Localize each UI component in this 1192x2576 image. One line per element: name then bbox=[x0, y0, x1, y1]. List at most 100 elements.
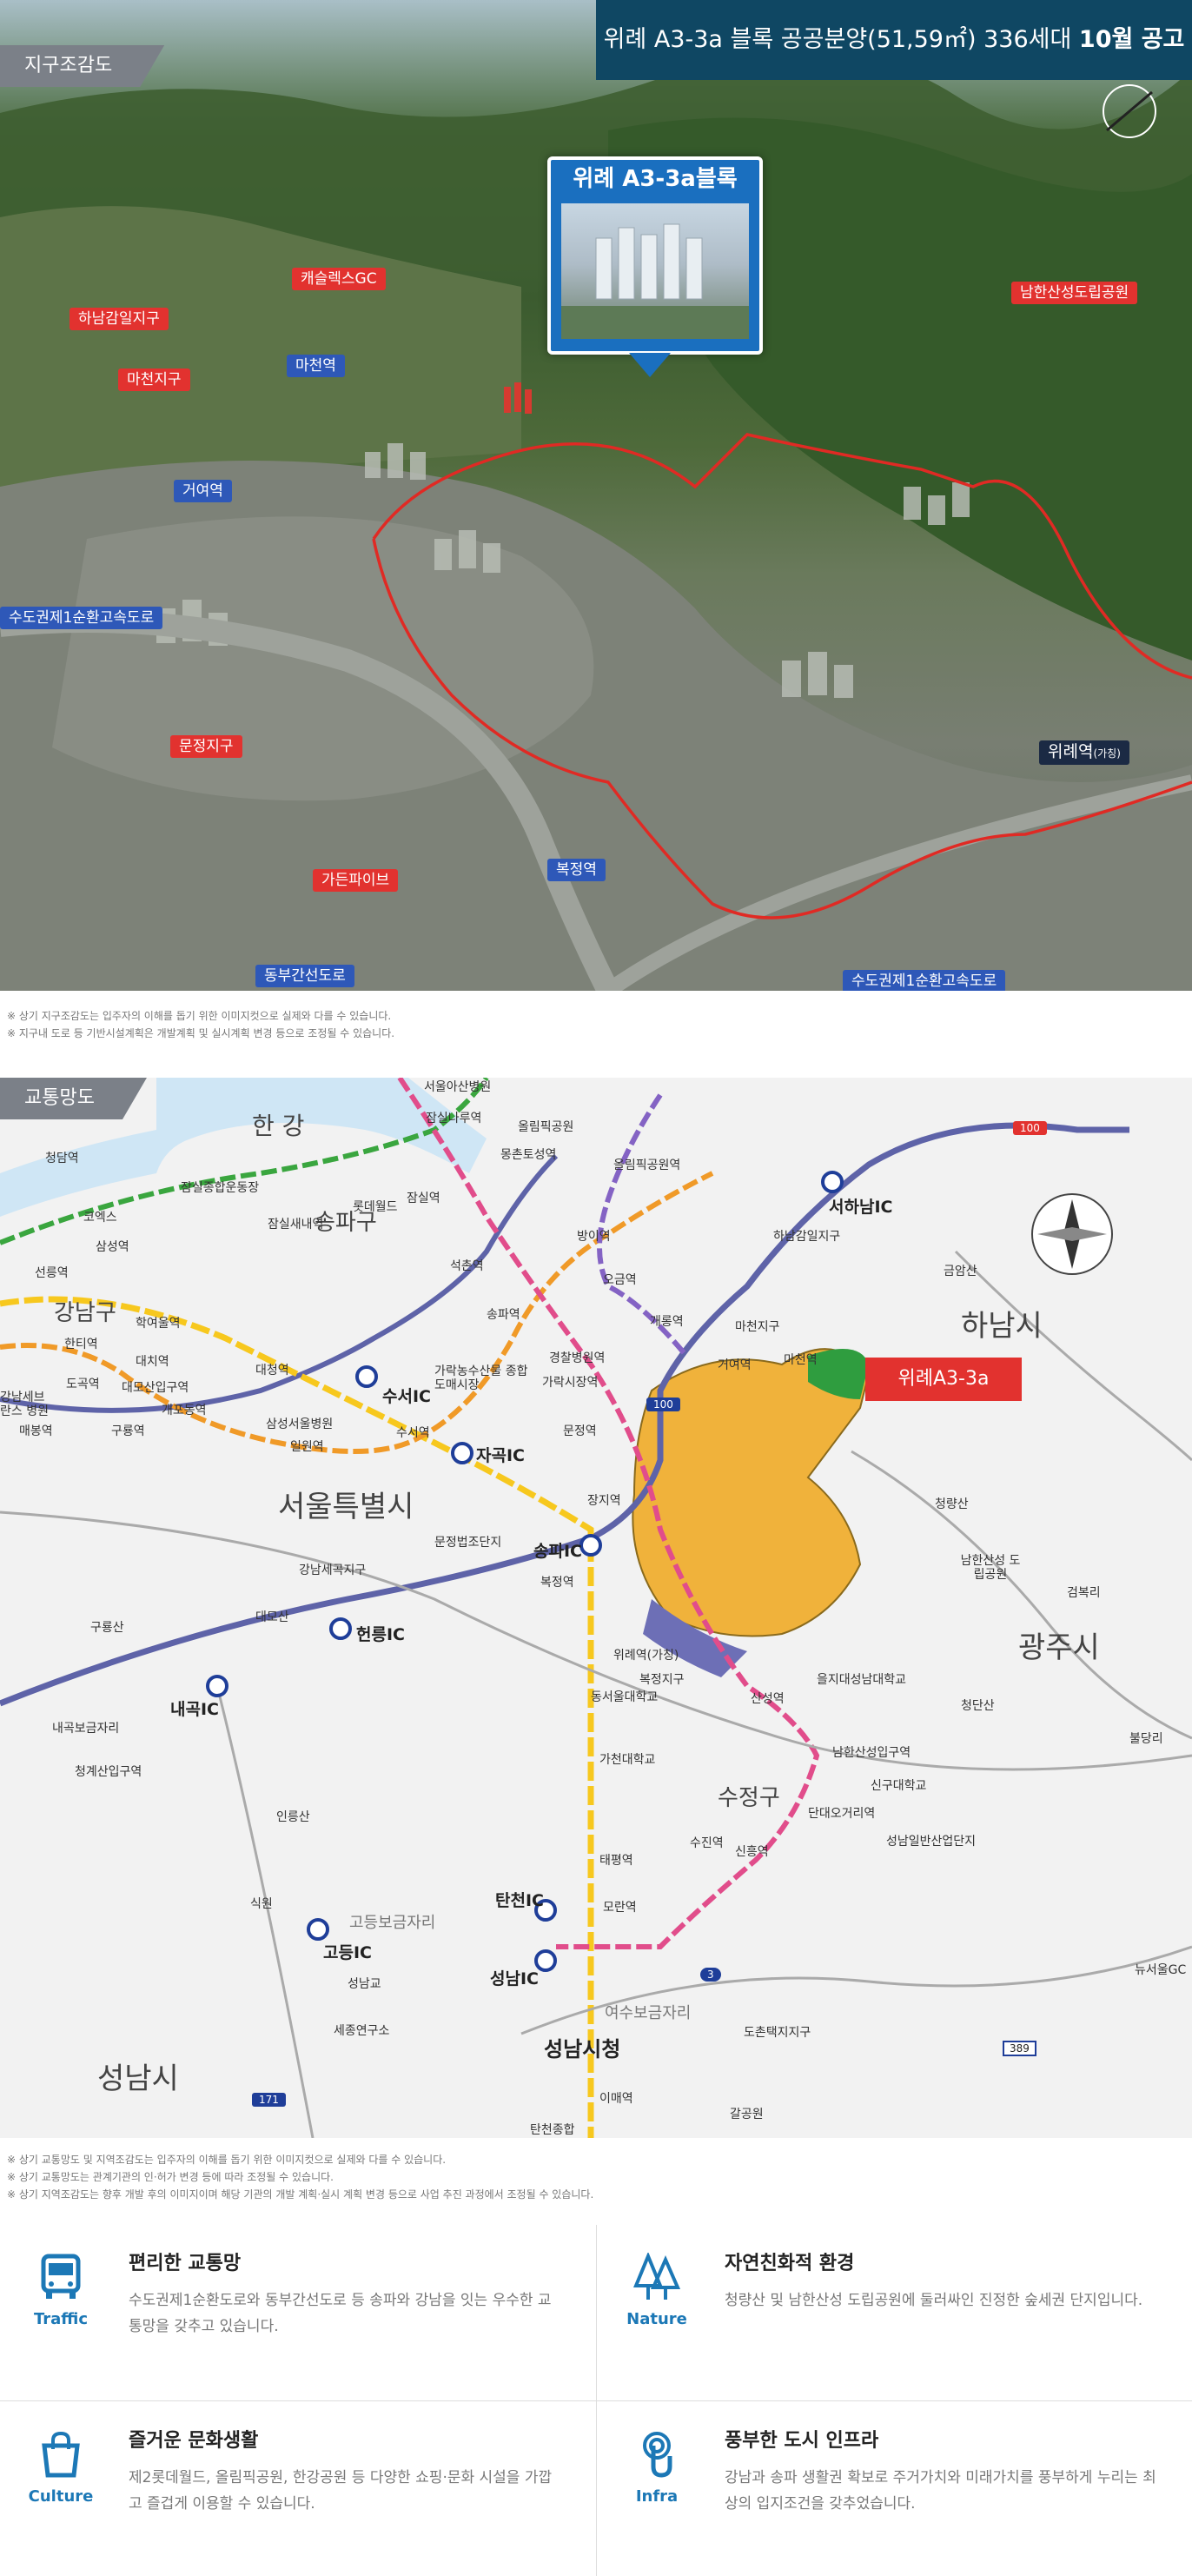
place-gal-park: 갈공원 bbox=[730, 2108, 764, 2121]
wirye-station-name: 위례역 bbox=[1048, 742, 1094, 761]
place-sinheung: 신흥역 bbox=[735, 1845, 769, 1859]
place-cheongdangu: 청단산 bbox=[961, 1699, 995, 1713]
feature-traffic-en: Traffic bbox=[33, 2310, 89, 2328]
place-hanam-gamil: 하남감일지구 bbox=[773, 1230, 841, 1244]
road-shield-100-top: 100 bbox=[1013, 1121, 1047, 1135]
site-callout: 위례 A3-3a블록 bbox=[547, 156, 763, 377]
place-suseo: 수서역 bbox=[396, 1426, 430, 1440]
place-daechi: 대치역 bbox=[136, 1355, 169, 1369]
notice-emphasis: 10월 공고 bbox=[1078, 26, 1185, 53]
place-munjeong-legal: 문정법조단지 bbox=[434, 1536, 502, 1550]
ic-tancheon: 탄천IC bbox=[495, 1891, 544, 1910]
place-doch-on: 도촌택지지구 bbox=[744, 2026, 811, 2040]
place-gaepo: 개포동역 bbox=[162, 1404, 207, 1417]
area-seongnam: 성남시 bbox=[97, 2061, 179, 2096]
place-jumin-gc: 뉴서울GC bbox=[1135, 1963, 1187, 1977]
place-gangnam-severance: 강남세브란스 병원 bbox=[0, 1391, 49, 1418]
place-geumam: 금암산 bbox=[944, 1265, 977, 1278]
area-seoul: 서울특별시 bbox=[278, 1490, 414, 1524]
aerial-view: 지구조감도 위례 A3-3a 블록 공공분양(51,59㎡) 336세대 10월… bbox=[0, 0, 1192, 991]
feature-nature-title: 자연친화적 환경 bbox=[725, 2253, 855, 2274]
place-seongnam-industrial: 성남일반산업단지 bbox=[886, 1835, 977, 1849]
place-lotte-world: 롯데월드 bbox=[353, 1200, 398, 1214]
feature-nature-en: Nature bbox=[626, 2310, 687, 2328]
place-daemosan: 대모산 bbox=[255, 1610, 289, 1624]
ic-naegok: 내곡IC bbox=[170, 1700, 219, 1719]
ic-gogdeung: 고등IC bbox=[323, 1943, 372, 1962]
area-hanam: 하남시 bbox=[961, 1309, 1043, 1344]
place-godeung-bogeum: 고등보금자리 bbox=[349, 1914, 436, 1932]
place-cheonggye: 청계산입구역 bbox=[75, 1765, 142, 1779]
site-rendering-svg bbox=[561, 223, 749, 339]
site-rendering-image bbox=[561, 203, 749, 339]
notice-bar: 위례 A3-3a 블록 공공분양(51,59㎡) 336세대 10월 공고 bbox=[596, 0, 1192, 80]
section-tag-aerial: 지구조감도 bbox=[0, 45, 164, 87]
feature-infra-title: 풍부한 도시 인프라 bbox=[725, 2430, 879, 2452]
place-wirye-st: 위례역(가칭) bbox=[613, 1649, 679, 1663]
traffic-note-1: ※ 상기 교통망도 및 지역조감도는 입주자의 이해를 돕기 위한 이미지컷으로… bbox=[7, 2154, 447, 2166]
place-garak-market: 가락농수산물 종합도매시장 bbox=[434, 1364, 528, 1392]
label-macheon-station: 마천역 bbox=[287, 355, 345, 377]
road-shield-3: 3 bbox=[700, 1968, 721, 1982]
place-cheongnyang: 청량산 bbox=[935, 1497, 969, 1511]
place-olympic-park-st: 올림픽공원역 bbox=[613, 1159, 681, 1172]
place-bokjeong: 복정역 bbox=[540, 1576, 574, 1590]
place-mongchontoseong: 몽촌토성역 bbox=[500, 1148, 557, 1162]
place-gachon-univ: 가천대학교 bbox=[599, 1753, 656, 1767]
place-ogeum: 오금역 bbox=[603, 1273, 637, 1287]
feature-nature: Nature 자연친화적 환경 청량산 및 남한산성 도립공원에 둘러싸인 진정… bbox=[596, 2225, 1192, 2399]
label-dongbu-expressway: 동부간선도로 bbox=[255, 965, 354, 987]
touch-icon: Infra bbox=[622, 2430, 692, 2526]
place-seongnam-park: 세종연구소 bbox=[334, 2024, 390, 2038]
place-taepyeong: 태평역 bbox=[599, 1854, 633, 1868]
site-pin-label: 위례A3-3a bbox=[865, 1358, 1022, 1401]
section-tag-traffic: 교통망도 bbox=[0, 1078, 147, 1119]
area-seongnam-city-hall: 성남시청 bbox=[544, 2037, 621, 2061]
place-gumgok: 검복리 bbox=[1067, 1586, 1101, 1600]
label-ring-road-left: 수도권제1순환고속도로 bbox=[0, 607, 163, 629]
place-imae: 이매역 bbox=[599, 2092, 633, 2106]
tree-icon: Nature bbox=[622, 2251, 692, 2348]
label-bokjeong-station: 복정역 bbox=[547, 859, 606, 881]
aerial-note-1: ※ 상기 지구조감도는 입주자의 이해를 돕기 위한 이미지컷으로 실제와 다를… bbox=[7, 1010, 392, 1022]
area-gwangju: 광주시 bbox=[1018, 1630, 1100, 1665]
label-geoyeo-station: 거여역 bbox=[174, 480, 232, 502]
feature-infra: Infra 풍부한 도시 인프라 강남과 송파 생활권 확보로 주거가치와 미래… bbox=[596, 2402, 1192, 2576]
shopping-bag-icon: Culture bbox=[26, 2430, 96, 2526]
feature-culture-desc: 제2롯데월드, 올림픽공원, 한강공원 등 다양한 쇼핑·문화 시설을 가깝고 … bbox=[129, 2469, 553, 2513]
place-bundang: 불당리 bbox=[1129, 1732, 1163, 1746]
feature-traffic-title: 편리한 교통망 bbox=[129, 2253, 242, 2274]
place-hagyeo-ul: 학여울역 bbox=[136, 1317, 181, 1331]
place-macheon-district: 마천지구 bbox=[735, 1320, 780, 1334]
place-seoul-asan: 서울아산병원 bbox=[424, 1080, 492, 1094]
area-hangang: 한 강 bbox=[252, 1112, 305, 1140]
road-shield-389: 389 bbox=[1003, 2041, 1036, 2056]
place-coex: 코엑스 bbox=[83, 1211, 117, 1225]
label-wirye-station: 위례역(가칭) bbox=[1039, 740, 1129, 765]
place-maebong: 매봉역 bbox=[19, 1424, 53, 1438]
ic-seongnam: 성남IC bbox=[490, 1969, 539, 1988]
label-hanam-gamil: 하남감일지구 bbox=[70, 308, 169, 330]
tree-icon-svg bbox=[633, 2251, 681, 2300]
place-garak: 가락시장역 bbox=[542, 1376, 599, 1390]
place-macheon: 마천역 bbox=[784, 1353, 818, 1367]
place-bangi: 방이역 bbox=[577, 1230, 611, 1244]
place-sansung: 산성역 bbox=[751, 1692, 785, 1706]
road-shield-171: 171 bbox=[252, 2093, 286, 2107]
bus-icon: Traffic bbox=[26, 2253, 96, 2348]
touch-icon-svg bbox=[643, 2432, 672, 2478]
place-yeosu-bogeum: 여수보금자리 bbox=[605, 2004, 692, 2022]
place-munjeong: 문정역 bbox=[563, 1424, 597, 1438]
compass-north bbox=[1031, 1193, 1113, 1275]
traffic-note-2: ※ 상기 교통망도는 관계기관의 인·허가 변경 등에 따라 조정될 수 있습니… bbox=[7, 2171, 334, 2183]
ic-heolleung: 헌릉IC bbox=[356, 1625, 405, 1644]
feature-traffic-desc: 수도권제1순환도로와 동부간선도로 등 송파와 강남을 잇는 우수한 교통망을 … bbox=[129, 2292, 552, 2335]
ic-seohanam: 서하남IC bbox=[829, 1198, 893, 1217]
place-sujin: 수진역 bbox=[690, 1836, 724, 1850]
ic-songpa: 송파IC bbox=[533, 1542, 582, 1561]
place-jamsil-naru: 잠실나루역 bbox=[426, 1112, 482, 1125]
place-geoyeo: 거여역 bbox=[718, 1358, 752, 1372]
label-ring-road-right: 수도권제1순환고속도로 bbox=[843, 970, 1006, 991]
feature-traffic: Traffic 편리한 교통망 수도권제1순환도로와 동부간선도로 등 송파와 … bbox=[0, 2225, 596, 2399]
feature-infra-en: Infra bbox=[635, 2487, 679, 2506]
